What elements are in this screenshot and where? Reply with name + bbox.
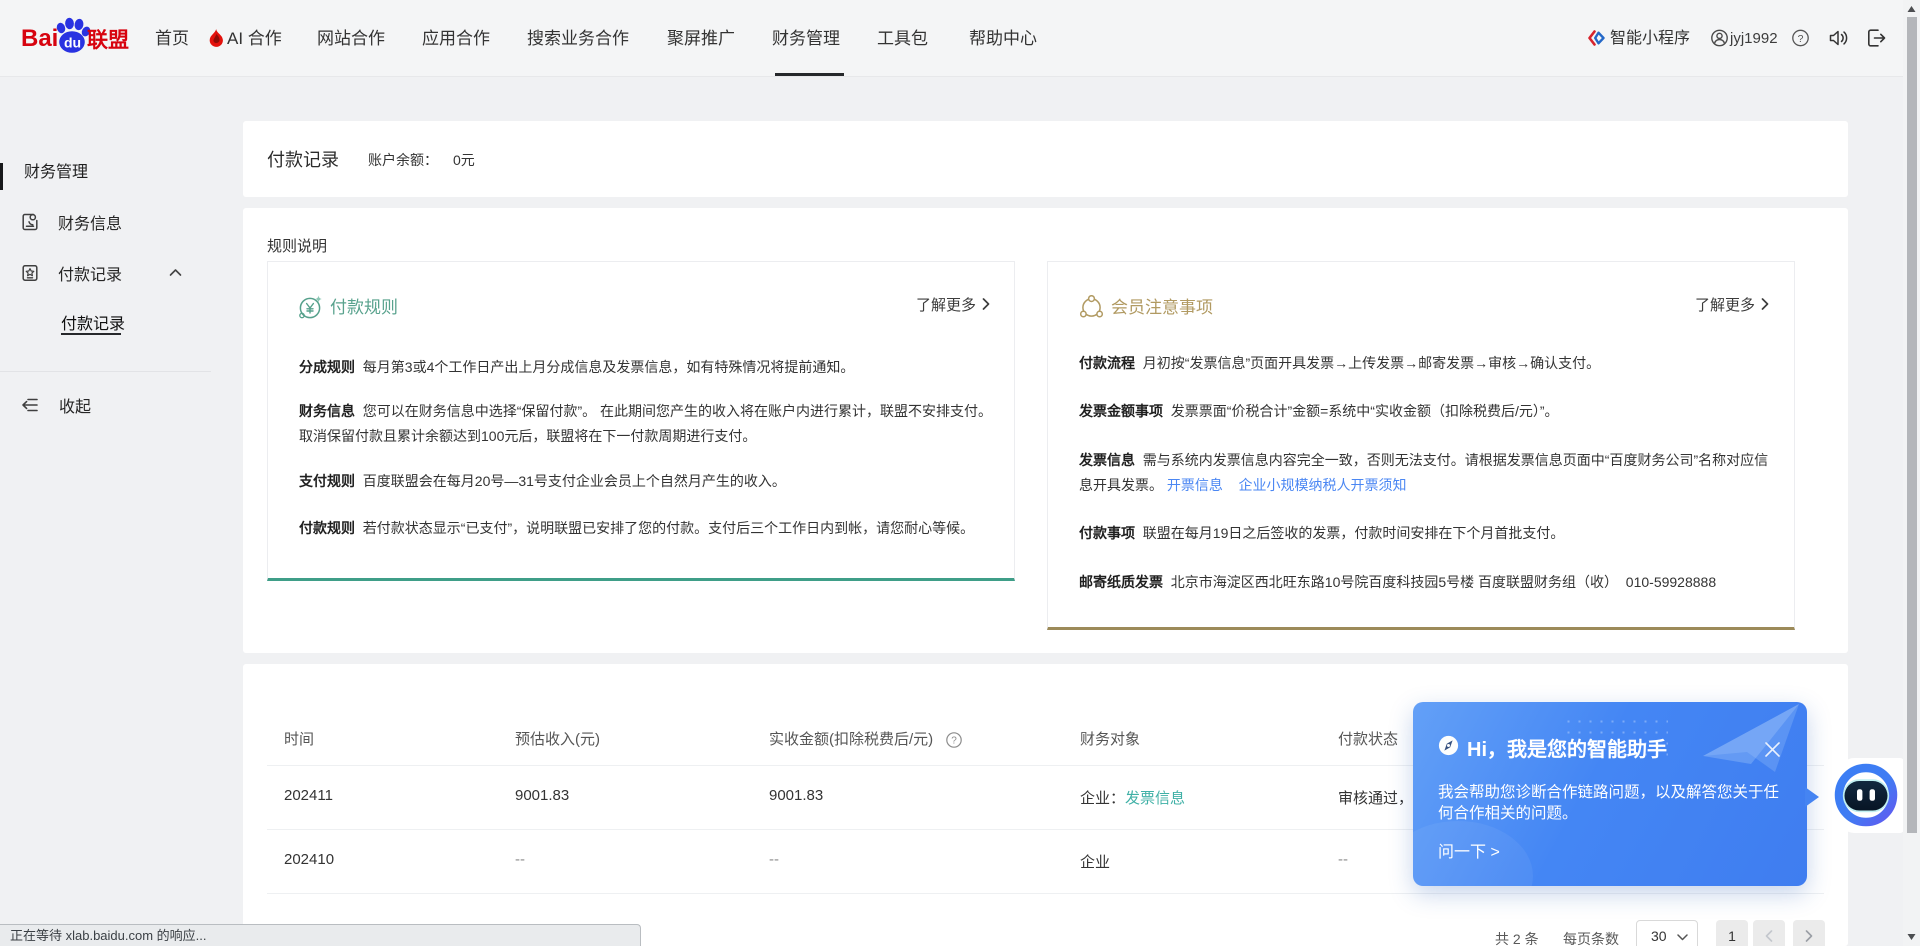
svg-text:du: du xyxy=(64,35,81,51)
svg-text:联盟: 联盟 xyxy=(87,29,129,52)
svg-text:?: ? xyxy=(951,736,957,747)
svg-text:Bai: Bai xyxy=(21,25,58,52)
svg-text:?: ? xyxy=(1798,33,1804,45)
